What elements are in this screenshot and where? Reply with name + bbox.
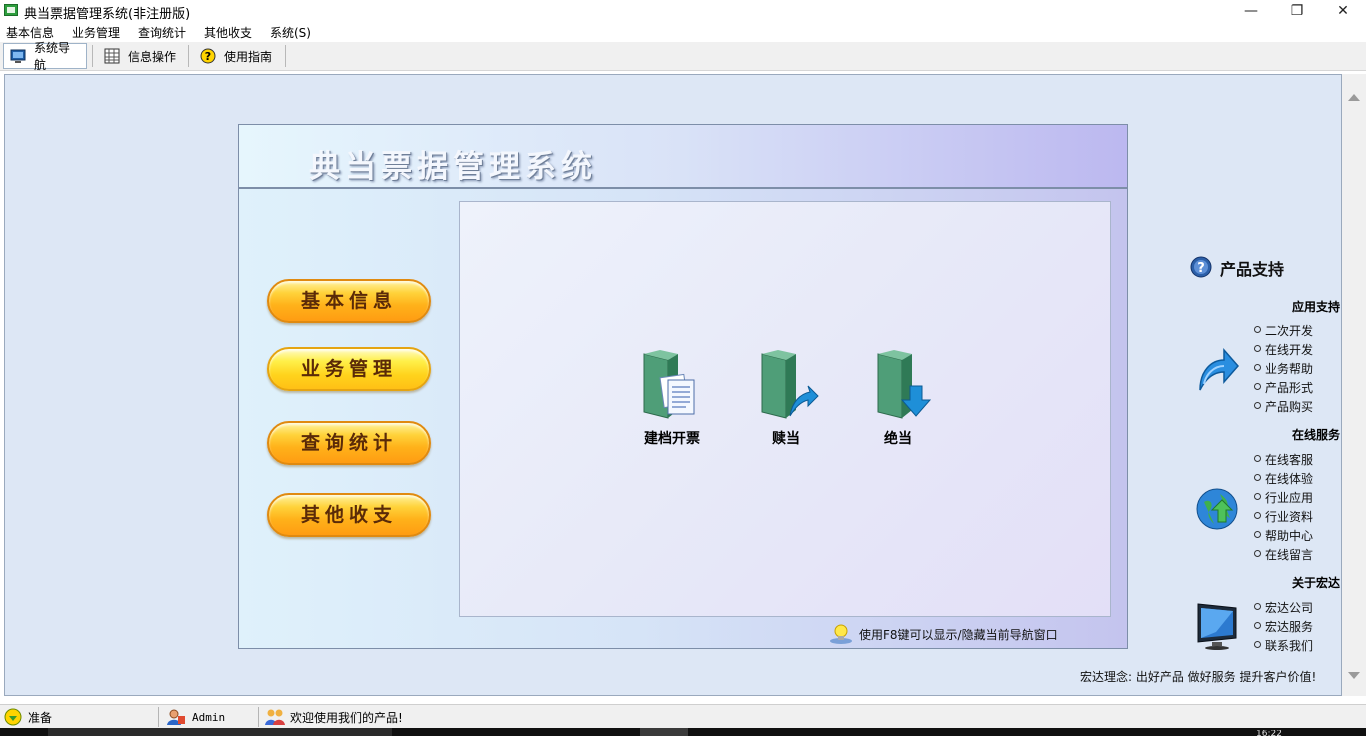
toolbar-info-button[interactable]: 信息操作 xyxy=(98,43,184,69)
nav-other-button[interactable]: 其他收支 xyxy=(267,493,431,537)
sidebar-link[interactable]: 在线体验 xyxy=(1254,470,1313,487)
action-label-forfeit[interactable]: 绝当 xyxy=(868,428,928,448)
action-label-open[interactable]: 建档开票 xyxy=(636,428,708,448)
svg-text:?: ? xyxy=(1197,261,1205,276)
question-circle-icon: ? xyxy=(1190,256,1212,278)
title-bar: 典当票据管理系统(非注册版) — ❐ ✕ xyxy=(0,0,1366,22)
company-slogan: 宏达理念: 出好产品 做好服务 提升客户价值! xyxy=(1080,670,1317,684)
nav-title: 典当票据管理系统 xyxy=(309,149,597,185)
sidebar-heading-app-support: 应用支持 xyxy=(1291,300,1340,314)
scroll-down-arrow-icon[interactable] xyxy=(1348,672,1360,679)
vertical-scrollbar[interactable] xyxy=(1342,74,1366,696)
action-label-redeem[interactable]: 赎当 xyxy=(756,428,816,448)
f8-hint-text: 使用F8键可以显示/隐藏当前导航窗口 xyxy=(859,627,1058,642)
sidebar-link[interactable]: 宏达服务 xyxy=(1254,618,1313,635)
sidebar-link[interactable]: 行业应用 xyxy=(1254,489,1313,506)
status-user-text: Admin xyxy=(192,710,226,724)
sidebar-link[interactable]: 行业资料 xyxy=(1254,508,1313,525)
sidebar-link[interactable]: 宏达公司 xyxy=(1254,599,1313,616)
nav-basic-info-button[interactable]: 基本信息 xyxy=(267,279,431,323)
toolbar-nav-button[interactable]: 系统导航 xyxy=(3,41,87,72)
menu-bar: 基本信息 业务管理 查询统计 其他收支 系统(S) xyxy=(0,22,1366,42)
action-area: 建档开票 赎当 绝当 xyxy=(459,201,1111,617)
help-icon: ? xyxy=(200,48,216,64)
toolbar-separator xyxy=(285,45,286,67)
toolbar-separator xyxy=(92,45,93,67)
sidebar-link[interactable]: 在线留言 xyxy=(1254,546,1313,563)
grid-icon xyxy=(104,48,120,64)
window-title: 典当票据管理系统(非注册版) xyxy=(24,7,191,22)
scroll-up-arrow-icon[interactable] xyxy=(1348,94,1360,101)
status-ready: 准备 xyxy=(4,705,52,729)
status-bar: 准备 Admin 欢迎使用我们的产品! xyxy=(0,704,1366,729)
toolbar-info-label: 信息操作 xyxy=(128,49,177,64)
sidebar-link[interactable]: 产品购买 xyxy=(1254,398,1313,415)
user-icon xyxy=(166,708,186,726)
status-user: Admin xyxy=(166,705,225,729)
f8-hint: 使用F8键可以显示/隐藏当前导航窗口 xyxy=(829,623,1058,645)
sidebar-link[interactable]: 在线开发 xyxy=(1254,341,1313,358)
taskbar-clock: 16:22 xyxy=(1256,730,1282,736)
toolbar: 系统导航 信息操作 ? 使用指南 xyxy=(0,41,1366,72)
status-ready-text: 准备 xyxy=(28,710,53,725)
nav-header: 典当票据管理系统 xyxy=(239,125,1127,189)
people-icon xyxy=(264,707,286,727)
menu-other[interactable]: 其他收支 xyxy=(204,24,252,41)
status-divider xyxy=(258,707,259,727)
folder-arrow-icon[interactable] xyxy=(758,350,820,420)
toolbar-guide-button[interactable]: ? 使用指南 xyxy=(194,43,282,69)
maximize-button[interactable]: ❐ xyxy=(1274,0,1320,22)
toolbar-nav-label: 系统导航 xyxy=(34,41,71,72)
computer-monitor-icon xyxy=(1196,602,1240,653)
taskbar-segment[interactable] xyxy=(48,728,392,736)
status-ready-icon xyxy=(4,708,22,726)
sidebar-title: 产品支持 xyxy=(1220,260,1285,279)
nav-business-button[interactable]: 业务管理 xyxy=(267,347,431,391)
minimize-button[interactable]: — xyxy=(1228,0,1274,22)
sidebar-heading-online-service: 在线服务 xyxy=(1291,428,1340,442)
sidebar-link[interactable]: 业务帮助 xyxy=(1254,360,1313,377)
status-welcome: 欢迎使用我们的产品! xyxy=(264,705,403,729)
menu-query[interactable]: 查询统计 xyxy=(138,24,186,41)
sidebar-link[interactable]: 联系我们 xyxy=(1254,637,1313,654)
status-welcome-text: 欢迎使用我们的产品! xyxy=(290,710,403,725)
navigation-panel: 典当票据管理系统 基本信息 业务管理 查询统计 其他收支 建档开票 赎当 绝当 … xyxy=(238,124,1128,649)
toolbar-separator xyxy=(188,45,189,67)
os-taskbar xyxy=(0,728,1366,736)
menu-system[interactable]: 系统(S) xyxy=(270,24,311,41)
sidebar-link[interactable]: 帮助中心 xyxy=(1254,527,1313,544)
globe-icon xyxy=(1196,488,1238,533)
nav-query-button[interactable]: 查询统计 xyxy=(267,421,431,465)
status-divider xyxy=(158,707,159,727)
toolbar-guide-label: 使用指南 xyxy=(224,49,273,64)
folder-document-icon[interactable] xyxy=(640,350,702,420)
folder-down-arrow-icon[interactable] xyxy=(874,350,936,420)
sidebar-link[interactable]: 在线客服 xyxy=(1254,451,1313,468)
app-icon xyxy=(4,4,18,16)
monitor-icon xyxy=(10,48,26,64)
taskbar-segment[interactable] xyxy=(640,728,688,736)
svg-text:?: ? xyxy=(205,50,211,63)
sidebar-heading-about: 关于宏达 xyxy=(1291,576,1340,590)
sidebar-link[interactable]: 产品形式 xyxy=(1254,379,1313,396)
close-button[interactable]: ✕ xyxy=(1320,0,1366,22)
curved-arrow-icon xyxy=(1196,346,1240,395)
sidebar-link[interactable]: 二次开发 xyxy=(1254,322,1313,339)
lightbulb-icon xyxy=(829,623,855,645)
